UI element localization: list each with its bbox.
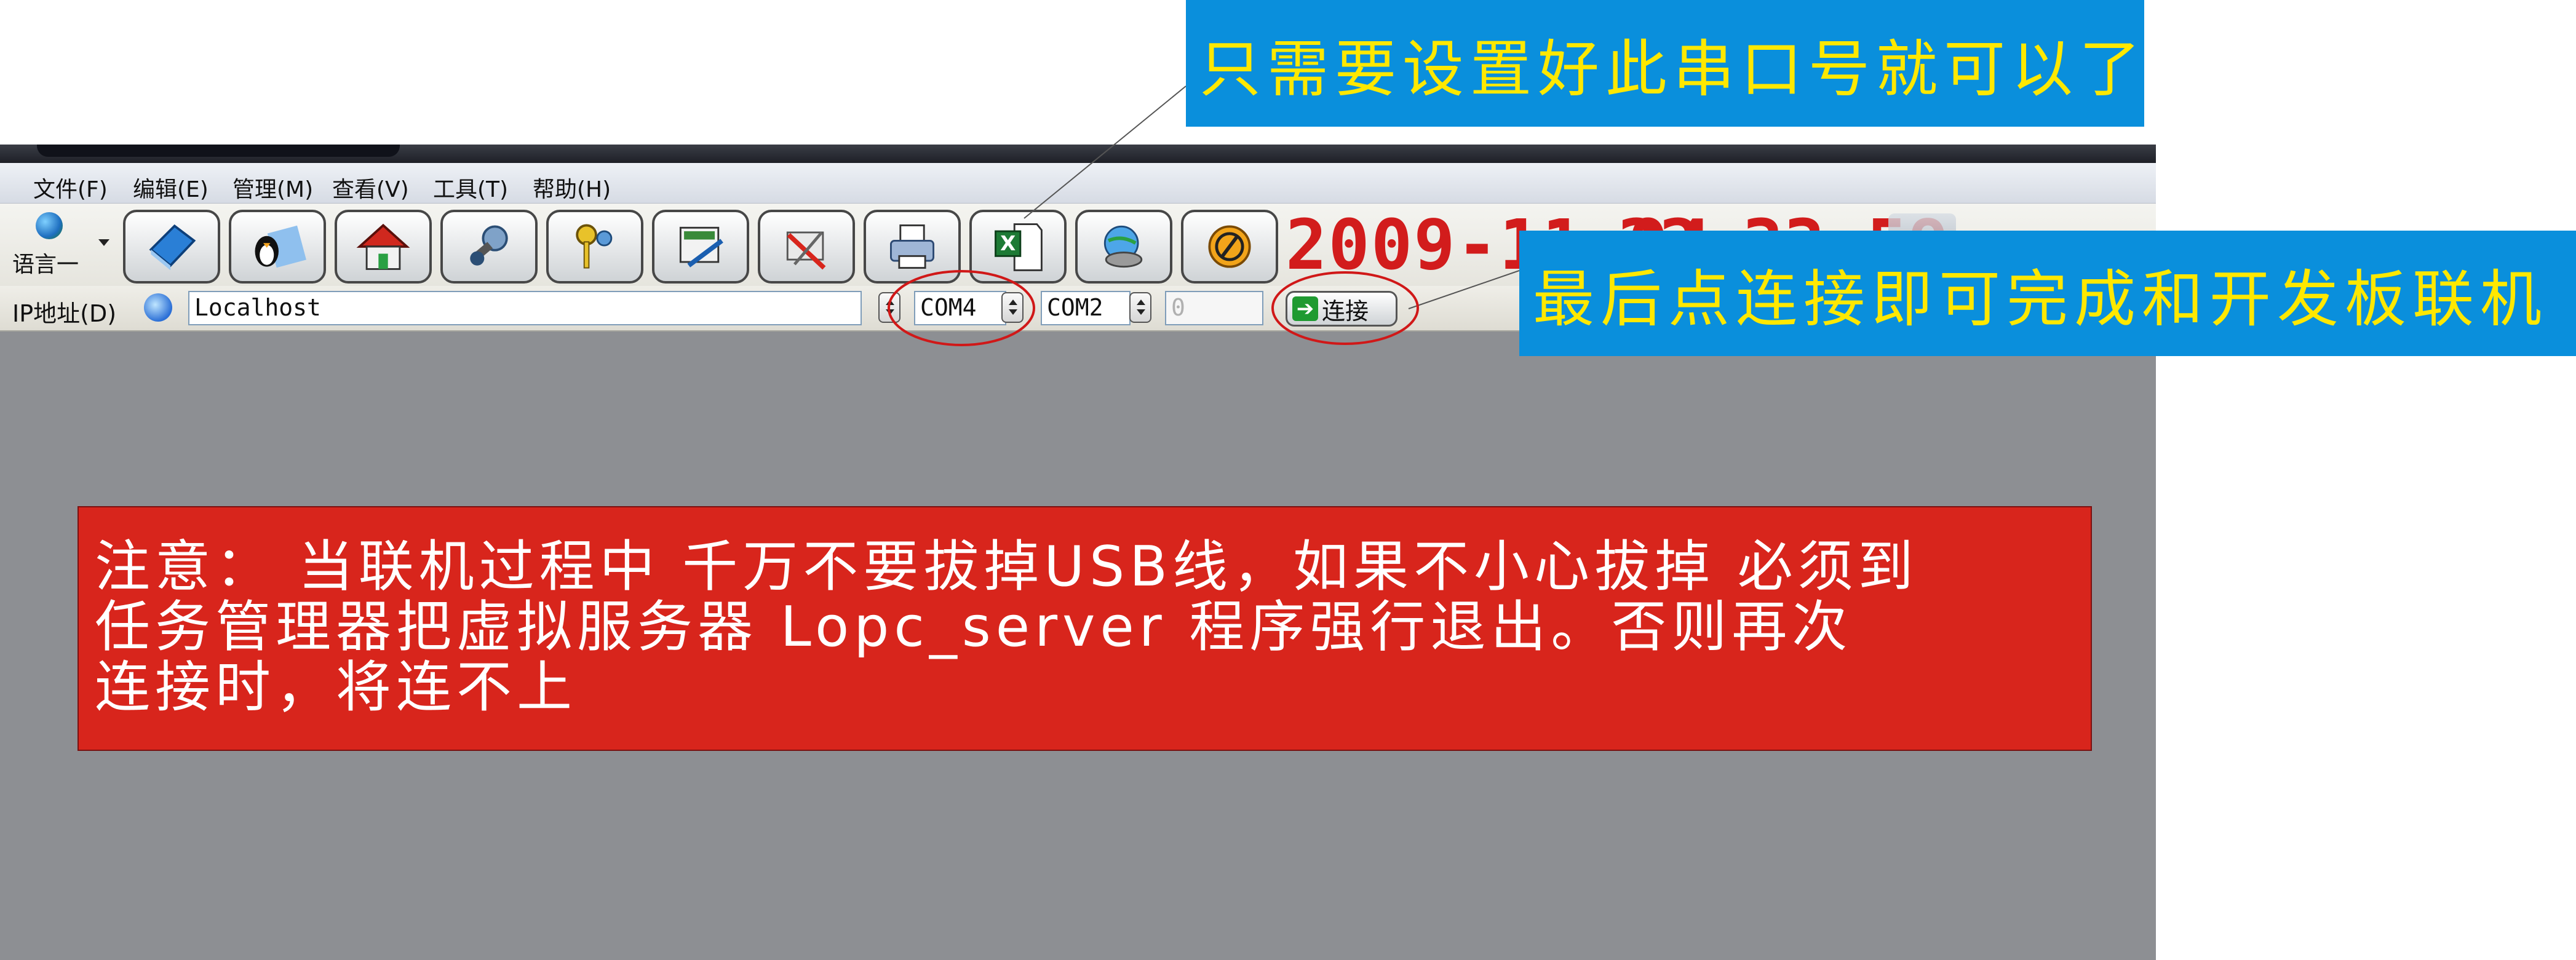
menu-edit[interactable]: 编辑(E) xyxy=(133,172,209,204)
second-com-port-spinner[interactable] xyxy=(1129,292,1151,323)
edit-document-icon xyxy=(679,226,723,268)
toolbar-button-excel[interactable]: X xyxy=(969,210,1067,284)
toolbar-button-exit[interactable] xyxy=(1181,210,1278,284)
callout-serial-port: 只需要设置好此串口号就可以了 xyxy=(1186,0,2144,127)
wrench-icon xyxy=(470,225,508,266)
disconnect-icon xyxy=(786,231,826,270)
toolbar-button-print[interactable] xyxy=(864,210,961,284)
menu-tools[interactable]: 工具(T) xyxy=(433,172,508,204)
key-icon xyxy=(576,224,613,269)
connect-button-label: 连接 xyxy=(1322,297,1369,325)
com-port-input[interactable]: COM4 xyxy=(914,291,1006,325)
ip-address-spinner[interactable] xyxy=(878,292,900,323)
warning-line: 注意： 当联机过程中 千万不要拔掉USB线，如果不小心拔掉 必须到 xyxy=(95,534,1918,599)
second-com-port-input[interactable]: COM2 xyxy=(1041,291,1131,325)
ie-icon xyxy=(144,293,172,322)
language-label: 语言一 xyxy=(12,252,79,277)
warning-box: 注意： 当联机过程中 千万不要拔掉USB线，如果不小心拔掉 必须到 任务管理器把… xyxy=(78,506,2092,751)
menu-help[interactable]: 帮助(H) xyxy=(533,172,611,204)
menu-bar: 文件(F) 编辑(E) 管理(M) 查看(V) 工具(T) 帮助(H) xyxy=(0,163,2156,204)
menu-manage[interactable]: 管理(M) xyxy=(233,172,313,204)
menu-file[interactable]: 文件(F) xyxy=(33,172,108,204)
ip-address-input[interactable]: Localhost xyxy=(188,291,862,325)
toolbar-button-network[interactable] xyxy=(1075,210,1172,284)
toolbar-button-keys[interactable] xyxy=(546,210,643,284)
toolbar-button-edit[interactable] xyxy=(652,210,749,284)
arrow-right-icon: ➔ xyxy=(1292,296,1318,321)
book-icon xyxy=(149,224,196,271)
dropdown-arrow-icon xyxy=(98,239,109,246)
network-icon xyxy=(1103,225,1143,268)
warning-line: 任务管理器把虚拟服务器 Lopc_server 程序强行退出。否则再次 xyxy=(95,595,1853,659)
home-icon xyxy=(356,223,410,270)
globe-icon xyxy=(36,212,63,239)
toolbar-button-disconnect[interactable] xyxy=(758,210,855,284)
language-selector[interactable]: 语言一 xyxy=(7,210,109,284)
svg-text:X: X xyxy=(1000,232,1016,255)
printer-icon xyxy=(890,224,934,269)
toolbar-button-tools[interactable] xyxy=(440,210,538,284)
warning-line: 连接时，将连不上 xyxy=(95,655,577,720)
exit-icon xyxy=(1208,225,1251,268)
callout-connect: 最后点连接即可完成和开发板联机 xyxy=(1519,231,2576,356)
penguin-icon xyxy=(255,225,306,268)
toolbar-button-book[interactable] xyxy=(123,210,220,284)
connect-button[interactable]: ➔ 连接 xyxy=(1286,291,1397,327)
title-bar xyxy=(0,145,2156,163)
ip-address-label: IP地址(D) xyxy=(12,300,117,327)
menu-view[interactable]: 查看(V) xyxy=(332,172,409,204)
excel-icon: X xyxy=(995,223,1043,271)
number-input[interactable]: 0 xyxy=(1165,291,1263,325)
toolbar-button-home[interactable] xyxy=(335,210,432,284)
toolbar-button-penguin[interactable] xyxy=(229,210,326,284)
com-port-spinner[interactable] xyxy=(1001,292,1024,323)
title-tab xyxy=(37,145,400,157)
